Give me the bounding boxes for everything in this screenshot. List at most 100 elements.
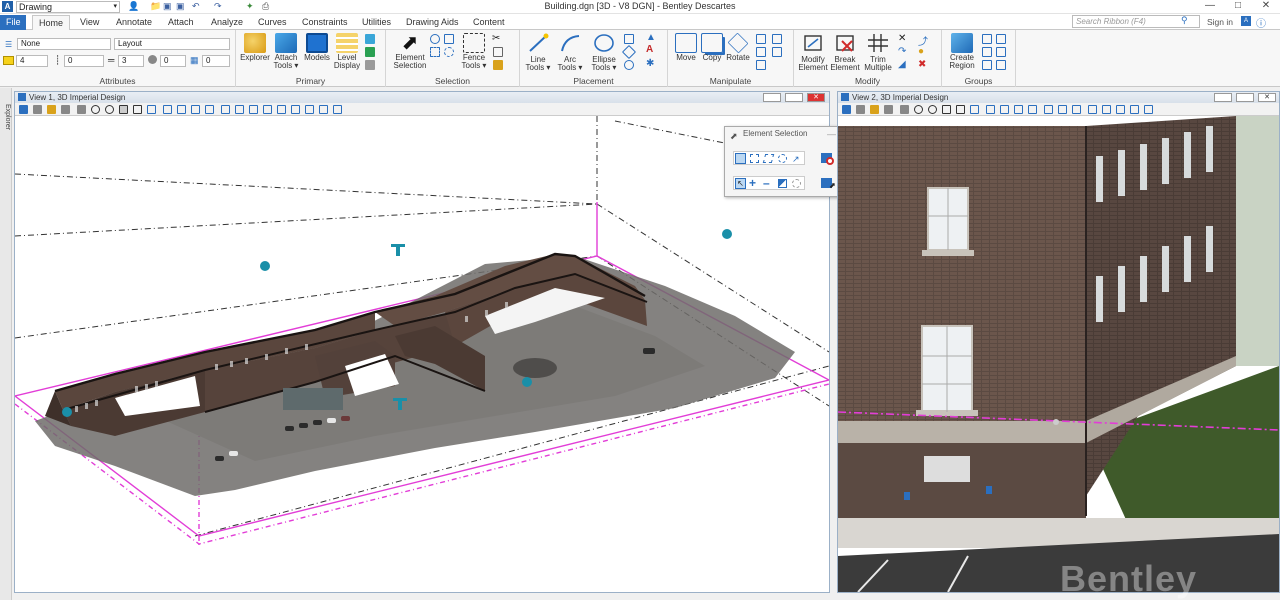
fence-tools-button[interactable]: Fence Tools ▾ xyxy=(458,33,490,70)
select-shape-icon[interactable] xyxy=(430,47,440,57)
view-next-icon[interactable] xyxy=(1028,105,1037,114)
walk-icon[interactable] xyxy=(163,105,172,114)
pan-icon[interactable] xyxy=(177,105,186,114)
view-1-maximize-button[interactable] xyxy=(785,93,803,102)
zoom-in-icon[interactable] xyxy=(914,105,923,114)
tab-attach[interactable]: Attach xyxy=(162,15,200,30)
copy-view-icon[interactable] xyxy=(1044,105,1053,114)
place-cell-icon[interactable]: ✱ xyxy=(646,58,654,69)
models-button[interactable]: Models xyxy=(302,33,332,62)
view-2-maximize-button[interactable] xyxy=(1236,93,1254,102)
block-method-icon[interactable] xyxy=(750,154,759,163)
fit-view-icon[interactable] xyxy=(133,105,142,114)
extend-icon[interactable]: ↷ xyxy=(898,46,906,57)
window-area-icon[interactable] xyxy=(119,105,128,114)
element-template-select[interactable]: Layout xyxy=(114,38,230,50)
sheen-icon[interactable] xyxy=(305,105,314,114)
cut-icon[interactable]: ✂ xyxy=(492,33,500,44)
tab-curves[interactable]: Curves xyxy=(252,15,293,30)
shape-method-icon[interactable] xyxy=(762,154,775,163)
user-avatar-icon[interactable]: A xyxy=(1241,16,1251,26)
level-select[interactable]: None xyxy=(17,38,111,50)
stretch-icon[interactable] xyxy=(772,47,782,57)
tab-drawing-aids[interactable]: Drawing Aids xyxy=(400,15,465,30)
zoom-in-icon[interactable] xyxy=(91,105,100,114)
ungroup-icon[interactable] xyxy=(996,34,1006,44)
fillet-icon[interactable]: ◢ xyxy=(898,59,906,70)
rotate-view-icon[interactable] xyxy=(970,105,979,114)
maximize-button[interactable]: □ xyxy=(1228,0,1248,13)
line-tools-button[interactable]: Line Tools ▾ xyxy=(524,33,552,72)
help-icon[interactable]: ⓘ xyxy=(1256,15,1266,30)
view-update-icon[interactable] xyxy=(77,105,86,114)
lock-group-icon[interactable] xyxy=(982,47,992,57)
clear-mode-icon[interactable] xyxy=(792,179,801,188)
paste-icon[interactable] xyxy=(493,60,503,70)
place-circle-icon[interactable] xyxy=(624,60,634,70)
copy-clipboard-icon[interactable] xyxy=(493,47,503,57)
modify-element-button[interactable]: Modify Element xyxy=(796,33,830,72)
clip-volume-icon[interactable] xyxy=(1058,105,1067,114)
break-element-button[interactable]: Break Element xyxy=(830,33,860,72)
sign-in-link[interactable]: Sign in xyxy=(1207,17,1233,27)
pattern-icon[interactable] xyxy=(982,60,992,70)
line-method-icon[interactable]: ↗ xyxy=(792,154,800,165)
view-display-style-icon[interactable] xyxy=(856,105,865,114)
view-2-window[interactable]: View 2, 3D Imperial Design ✕ Bentley xyxy=(837,91,1280,599)
properties-icon[interactable] xyxy=(365,34,375,44)
paint-icon[interactable]: ● xyxy=(918,46,924,57)
sheen-icon[interactable] xyxy=(1130,105,1139,114)
camera-icon[interactable] xyxy=(1088,105,1097,114)
clip-volume-icon[interactable] xyxy=(235,105,244,114)
arc-tools-button[interactable]: Arc Tools ▾ xyxy=(556,33,584,72)
tab-annotate[interactable]: Annotate xyxy=(110,15,158,30)
place-shape-icon[interactable] xyxy=(621,44,637,60)
camera-icon[interactable] xyxy=(263,105,272,114)
view-more-icon[interactable] xyxy=(1144,105,1153,114)
walk-icon[interactable] xyxy=(986,105,995,114)
text-a-icon[interactable]: A xyxy=(646,44,653,55)
view-2-closeup-scene[interactable] xyxy=(838,116,1279,592)
dialog-minimize-button[interactable]: — xyxy=(827,127,836,141)
view-1-close-button[interactable]: ✕ xyxy=(807,93,825,102)
more-primary-icon[interactable] xyxy=(365,60,375,70)
scale-icon[interactable] xyxy=(756,34,766,44)
tab-analyze[interactable]: Analyze xyxy=(205,15,249,30)
individual-method-icon[interactable] xyxy=(735,153,746,164)
hatch-icon[interactable] xyxy=(996,47,1006,57)
select-line-icon[interactable] xyxy=(444,47,454,57)
view-1-3d-scene[interactable] xyxy=(15,116,829,592)
add-mode-icon[interactable]: + xyxy=(749,176,756,190)
delete-icon[interactable]: ✖ xyxy=(918,59,926,70)
view-more-icon[interactable] xyxy=(333,105,342,114)
zoom-out-icon[interactable] xyxy=(105,105,114,114)
view-2-close-button[interactable]: ✕ xyxy=(1258,93,1276,102)
array-icon[interactable] xyxy=(756,60,766,70)
invert-mode-icon[interactable] xyxy=(778,179,787,188)
view-settings-icon[interactable] xyxy=(61,105,70,114)
ellipse-tools-button[interactable]: Ellipse Tools ▾ xyxy=(588,33,620,72)
view-attributes-icon[interactable] xyxy=(842,105,851,114)
zoom-out-icon[interactable] xyxy=(928,105,937,114)
view-previous-icon[interactable] xyxy=(1014,105,1023,114)
view-lights-icon[interactable] xyxy=(47,105,56,114)
view-settings-icon[interactable] xyxy=(884,105,893,114)
pan-icon[interactable] xyxy=(1000,105,1009,114)
rotate-view-icon[interactable] xyxy=(147,105,156,114)
tab-file[interactable]: File xyxy=(0,15,26,30)
view-1-minimize-button[interactable] xyxy=(763,93,781,102)
tab-view[interactable]: View xyxy=(74,15,105,30)
circle-method-icon[interactable] xyxy=(778,154,787,163)
view-next-icon[interactable] xyxy=(205,105,214,114)
tab-utilities[interactable]: Utilities xyxy=(356,15,397,30)
view-2-minimize-button[interactable] xyxy=(1214,93,1232,102)
trim-multiple-button[interactable]: Trim Multiple xyxy=(862,33,894,72)
place-point-icon[interactable]: ▲ xyxy=(646,32,656,43)
tab-content[interactable]: Content xyxy=(467,15,511,30)
tab-constraints[interactable]: Constraints xyxy=(296,15,354,30)
view-previous-icon[interactable] xyxy=(191,105,200,114)
window-area-icon[interactable] xyxy=(942,105,951,114)
search-icon[interactable]: ⚲ xyxy=(1181,15,1188,26)
subtract-mode-icon[interactable]: – xyxy=(763,176,770,190)
level-display-button[interactable]: Level Display xyxy=(333,33,361,70)
